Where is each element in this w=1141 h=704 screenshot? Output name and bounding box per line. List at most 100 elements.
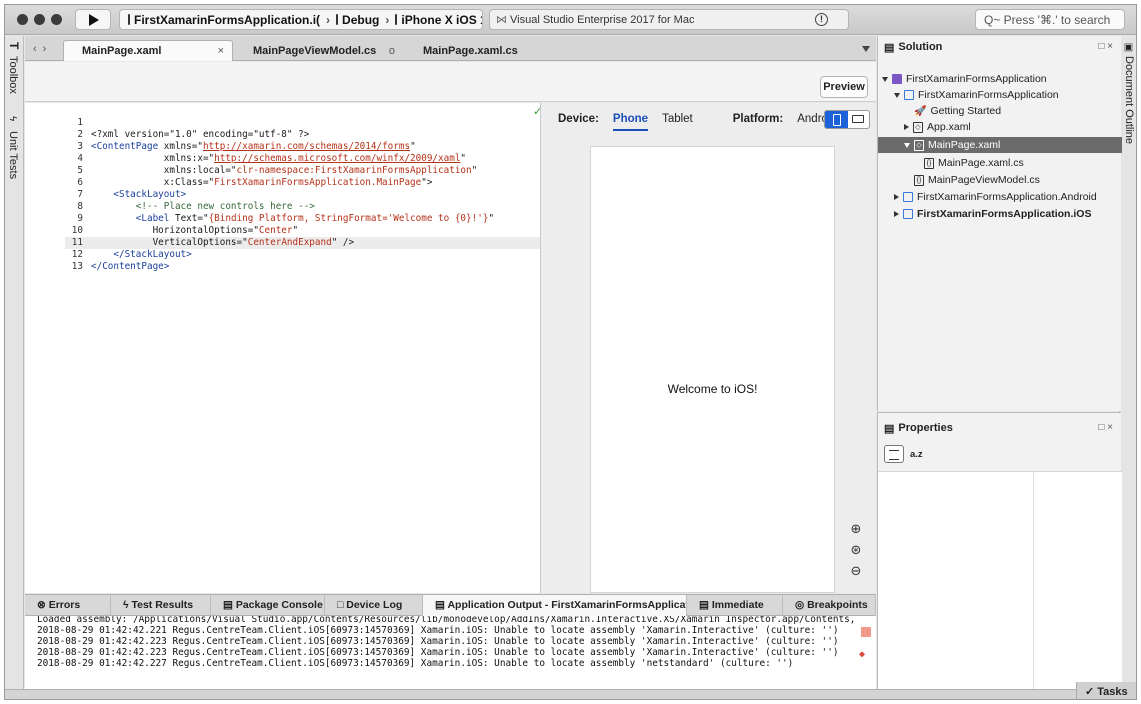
tab-label: MainPageViewModel.cs (253, 44, 377, 57)
zoom-in-icon[interactable]: ⊕ (847, 522, 865, 540)
tab-application-output[interactable]: ▤ Application Output - FirstXamarinForms… (423, 595, 687, 616)
properties-toolbar: a.z (884, 445, 923, 463)
code-editor[interactable]: ✓ 1 <?xml version="1.0" encoding="utf-8"… (25, 103, 541, 593)
tree-item-project[interactable]: FirstXamarinFormsApplication (878, 87, 1122, 103)
expand-icon[interactable] (904, 142, 910, 148)
expand-icon[interactable] (882, 76, 888, 82)
editor-header: Preview (25, 62, 876, 102)
preview-button[interactable]: Preview (820, 76, 868, 98)
run-configuration-selector[interactable]: FirstXamarinFormsApplication.i( › Debug … (119, 9, 483, 30)
tab-package-console[interactable]: ▤ Package Console (211, 595, 325, 616)
expand-icon[interactable] (894, 211, 899, 218)
unsaved-dot-icon[interactable]: o (389, 45, 395, 57)
stop-output-icon[interactable] (861, 627, 871, 637)
panel-controls[interactable]: □ × (1098, 41, 1113, 52)
tree-item-mainpageviewmodel-cs[interactable]: {} MainPageViewModel.cs (878, 172, 1122, 188)
tasks-button[interactable]: ✓ Tasks (1076, 682, 1136, 699)
tree-item-app-xaml[interactable]: ◇ App.xaml (878, 119, 1122, 135)
dock-tab-toolbox[interactable]: Toolbox (7, 56, 19, 94)
project-icon (903, 209, 913, 220)
minimize-window-button[interactable] (34, 14, 45, 25)
zoom-fit-icon[interactable]: ⊛ (847, 543, 865, 561)
run-button[interactable] (75, 9, 111, 30)
code-line: 4 xmlns:local="clr-namespace:FirstXamari… (77, 153, 478, 176)
solution-panel-icon: ▤ (884, 41, 895, 54)
tree-item-getting-started[interactable]: 🚀 Getting Started (878, 103, 1122, 119)
toolbox-icon: T (7, 42, 21, 50)
property-grid[interactable] (878, 471, 1122, 690)
expand-icon[interactable] (894, 194, 899, 201)
tab-test-results[interactable]: ϟ Test Results (111, 595, 211, 616)
tree-item-solution[interactable]: FirstXamarinFormsApplication (878, 71, 1122, 87)
output-line: 2018-08-29 01:42:42.227 Regus.CentreTeam… (37, 658, 794, 669)
group-by-category-button[interactable] (884, 445, 904, 463)
xaml-previewer: Device: Phone Tablet Platform: Android W… (545, 103, 876, 593)
build-config-icon (336, 14, 339, 25)
left-dock: T Toolbox ϟ Unit Tests (5, 36, 24, 689)
panel-controls[interactable]: □ × (1098, 422, 1113, 433)
project-icon (904, 90, 914, 101)
output-line: Loaded assembly: /Applications/Visual St… (37, 616, 856, 625)
tab-mainpage-xaml-cs[interactable]: MainPage.xaml.cs (405, 40, 565, 61)
search-input[interactable]: Q~ Press '⌘.' to search (975, 9, 1125, 30)
landscape-icon[interactable] (852, 115, 864, 123)
grid-divider[interactable] (1033, 472, 1034, 690)
chevron-right-icon: › (326, 12, 331, 27)
tab-overflow-icon[interactable] (862, 46, 870, 52)
sort-alpha-button[interactable]: a.z (910, 449, 923, 460)
cs-file-icon: {} (924, 157, 934, 169)
properties-panel-icon: ▤ (884, 422, 895, 435)
code-line: 8 <Label Text="{Binding Platform, String… (77, 201, 495, 224)
code-line: 3 xmlns:x="http://schemas.microsoft.com/… (77, 141, 467, 164)
dock-tab-document-outline[interactable]: Document Outline (1123, 56, 1135, 144)
config-device: iPhone X iOS 11.4 (401, 12, 482, 27)
tab-device-log[interactable]: □ Device Log (325, 595, 423, 616)
solution-panel: ▤ Solution □ × FirstXamarinFormsApplicat… (877, 36, 1122, 411)
expand-icon[interactable] (894, 92, 900, 98)
close-icon[interactable]: × (218, 45, 224, 57)
orientation-toggle[interactable] (824, 110, 870, 129)
portrait-icon[interactable] (825, 111, 848, 128)
info-icon[interactable]: ! (815, 13, 828, 26)
solution-header: ▤ Solution □ × (878, 36, 1121, 58)
tree-item-ios-project[interactable]: FirstXamarinFormsApplication.iOS (878, 206, 1122, 222)
properties-header: ▤ Properties □ × (878, 417, 1121, 439)
visual-studio-icon: ⋈ (496, 14, 507, 26)
ide-window: FirstXamarinFormsApplication.i( › Debug … (4, 4, 1137, 700)
search-placeholder: Q~ Press '⌘.' to search (984, 12, 1111, 27)
tab-mainpage-xaml[interactable]: MainPage.xaml × (63, 40, 233, 61)
properties-panel: ▤ Properties □ × a.z (877, 412, 1122, 690)
welcome-label: Welcome to iOS! (667, 382, 758, 396)
device-option-tablet[interactable]: Tablet (662, 113, 693, 125)
tab-mainpageviewmodel-cs[interactable]: MainPageViewModel.cs o (235, 40, 403, 61)
tab-nav-arrows[interactable]: ‹› (33, 43, 52, 55)
cs-file-icon: {} (914, 174, 924, 186)
code-line: 2 <ContentPage xmlns="http://xamarin.com… (77, 129, 416, 152)
tab-breakpoints[interactable]: ◎ Breakpoints (783, 595, 876, 616)
properties-title: Properties (898, 422, 953, 434)
output-line: 2018-08-29 01:42:42.223 Regus.CentreTeam… (37, 647, 839, 658)
device-option-phone[interactable]: Phone (612, 113, 649, 131)
tab-errors[interactable]: ⊗ Errors (25, 595, 111, 616)
dock-tab-unit-tests[interactable]: Unit Tests (7, 131, 19, 179)
clear-output-icon[interactable]: ◆ (859, 649, 865, 660)
application-output[interactable]: Loaded assembly: /Applications/Visual St… (25, 616, 876, 689)
rocket-icon: 🚀 (914, 106, 927, 117)
tab-label: MainPage.xaml.cs (423, 44, 518, 57)
close-window-button[interactable] (17, 14, 28, 25)
device-label: Device: (558, 113, 599, 125)
tree-item-mainpage-xaml-cs[interactable]: {} MainPage.xaml.cs (878, 155, 1122, 171)
code-line: 12 </ContentPage> (71, 249, 170, 272)
expand-icon[interactable] (904, 124, 909, 131)
code-line: 6 <StackLayout> (77, 177, 187, 200)
zoom-out-icon[interactable]: ⊖ (847, 564, 865, 582)
zoom-window-button[interactable] (51, 14, 62, 25)
solution-icon (892, 74, 902, 85)
project-icon (128, 14, 130, 25)
config-project: FirstXamarinFormsApplication.i( (134, 12, 321, 27)
tree-item-mainpage-xaml[interactable]: ◇ MainPage.xaml (878, 137, 1122, 153)
code-line: 13 (71, 261, 83, 272)
document-outline-icon: ▣ (1123, 42, 1134, 53)
tree-item-android-project[interactable]: FirstXamarinFormsApplication.Android (878, 189, 1122, 205)
tab-immediate[interactable]: ▤ Immediate (687, 595, 783, 616)
